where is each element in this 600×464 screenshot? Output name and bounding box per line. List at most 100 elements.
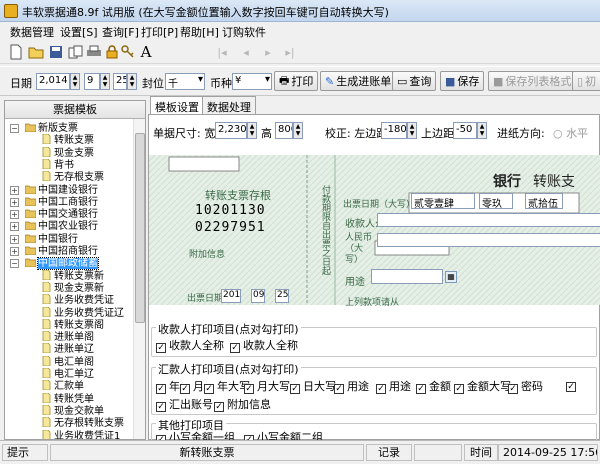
- day-spinner[interactable]: ▲ ▼: [127, 73, 137, 90]
- print-button[interactable]: 🖶 打印: [274, 71, 319, 91]
- extra-info-checkbox[interactable]: ✓ 附加信息: [214, 396, 271, 412]
- save-list-format-button[interactable]: ■ 保存列表格式: [488, 71, 577, 91]
- tree-leaf-item[interactable]: 无存根转账支票: [41, 416, 124, 430]
- first-record-icon[interactable]: |◂: [212, 42, 232, 62]
- height-field[interactable]: 800: [275, 122, 293, 139]
- year-field[interactable]: 2,014: [36, 73, 70, 90]
- drawer-item-checkbox[interactable]: ✓ 用途: [334, 378, 369, 394]
- payee-field[interactable]: [377, 213, 600, 227]
- year-spinner[interactable]: ▲ ▼: [70, 73, 80, 90]
- top-margin-spinner[interactable]: ▲ ▼: [477, 122, 487, 139]
- tree-folder-item[interactable]: 中国银行: [24, 233, 78, 246]
- tree-leaf-item[interactable]: 业务收费凭证1: [41, 429, 120, 439]
- uppercase-day-field[interactable]: 贰拾伍: [525, 193, 563, 209]
- tree-leaf-item[interactable]: 转账支票新: [41, 269, 104, 283]
- menu-help[interactable]: 帮助[H]: [180, 24, 219, 40]
- uppercase-month-field[interactable]: 零玖: [479, 193, 513, 209]
- expand-icon[interactable]: +: [10, 185, 19, 195]
- tree-leaf-item[interactable]: 背书: [41, 158, 74, 172]
- seal-select[interactable]: 千 ▾: [165, 73, 205, 90]
- payee-fullname-checkbox-2[interactable]: ✓ 收款人全称: [230, 337, 298, 353]
- left-margin-field[interactable]: -180: [381, 122, 407, 139]
- expand-icon[interactable]: +: [10, 234, 19, 244]
- amount-uppercase-field[interactable]: [377, 233, 600, 247]
- tree-leaf-item[interactable]: 现金支票新: [41, 281, 104, 295]
- width-spinner[interactable]: ▲ ▼: [247, 122, 257, 139]
- prev-record-icon[interactable]: ◂: [236, 42, 256, 62]
- drawer-item-checkbox[interactable]: ✓: [566, 378, 579, 392]
- tree-leaf-item[interactable]: 无存根支票: [41, 170, 104, 184]
- tree-leaf-item[interactable]: 转账支票: [41, 133, 94, 147]
- printer-icon[interactable]: [84, 42, 104, 62]
- drawer-item-checkbox[interactable]: ✓ 金额大写: [454, 378, 511, 394]
- tree-leaf-item[interactable]: 转账凭单: [41, 392, 94, 406]
- tree-folder-item[interactable]: 中国建设银行: [24, 184, 98, 197]
- expand-icon[interactable]: +: [10, 210, 19, 220]
- save-disk-icon[interactable]: [46, 42, 66, 62]
- height-spinner[interactable]: ▲ ▼: [293, 122, 303, 139]
- collapse-icon[interactable]: −: [10, 259, 19, 269]
- generate-deposit-button[interactable]: ✎ 生成进账单: [320, 71, 397, 91]
- tree-folder-item[interactable]: 中国农业银行: [24, 220, 98, 233]
- tree-leaf-item[interactable]: 业务收费凭证辽: [41, 306, 124, 320]
- drawer-item-checkbox[interactable]: ✓ 月大写: [244, 378, 290, 394]
- tree-leaf-item[interactable]: 现金交款单: [41, 404, 104, 418]
- month-field[interactable]: 9: [84, 73, 100, 90]
- tree-leaf-item[interactable]: 电汇单辽: [41, 367, 94, 381]
- currency-select[interactable]: ¥ ▾: [232, 73, 272, 90]
- tree-folder-item[interactable]: 中国招商银行: [24, 245, 98, 258]
- font-icon[interactable]: A: [136, 42, 156, 62]
- expand-icon[interactable]: +: [10, 222, 19, 232]
- expand-icon[interactable]: +: [10, 247, 19, 256]
- use-picker-icon[interactable]: ▦: [445, 271, 457, 283]
- top-margin-field[interactable]: -50: [453, 122, 477, 139]
- menu-query[interactable]: 查询[F]: [102, 24, 139, 40]
- tree-folder-item[interactable]: 中国工商银行: [24, 196, 98, 209]
- payee-fullname-checkbox[interactable]: ✓ 收款人全称: [156, 337, 224, 353]
- drawer-item-checkbox[interactable]: ✓ 月: [180, 378, 204, 394]
- menu-data[interactable]: 数据管理: [10, 24, 54, 40]
- width-field[interactable]: 2,230: [215, 122, 247, 139]
- last-record-icon[interactable]: ▸|: [280, 42, 300, 62]
- remit-account-checkbox[interactable]: ✓ 汇出账号: [156, 396, 213, 412]
- horizontal-radio[interactable]: ○ 水平: [553, 125, 588, 141]
- drawer-item-checkbox[interactable]: ✓ 用途: [376, 378, 411, 394]
- tree-leaf-item[interactable]: 现金支票: [41, 146, 94, 160]
- next-record-icon[interactable]: ▸: [258, 42, 278, 62]
- tree-leaf-item[interactable]: 转账支票阁: [41, 318, 104, 332]
- tree-scrollbar[interactable]: [133, 119, 145, 439]
- drawer-item-checkbox[interactable]: ✓ 年: [156, 378, 180, 394]
- month-spinner[interactable]: ▲ ▼: [100, 73, 110, 90]
- tree-folder-item[interactable]: 中国交通银行: [24, 208, 98, 221]
- tree-leaf-item[interactable]: 进账单辽: [41, 342, 94, 356]
- save-button[interactable]: ■ 保存: [440, 71, 485, 91]
- drawer-item-checkbox[interactable]: ✓ 密码: [508, 378, 543, 394]
- stub-day-field[interactable]: 25: [275, 289, 289, 303]
- use-field[interactable]: [371, 269, 443, 284]
- drawer-item-checkbox[interactable]: ✓ 日大写: [290, 378, 336, 394]
- init-button[interactable]: ▯ 初: [572, 71, 600, 91]
- stub-year-field[interactable]: 2014: [221, 289, 241, 303]
- new-file-icon[interactable]: [6, 42, 26, 62]
- day-field[interactable]: 25: [113, 73, 127, 90]
- drawer-item-checkbox[interactable]: ✓ 金额: [416, 378, 451, 394]
- tab-template-settings[interactable]: 模板设置: [150, 96, 204, 115]
- stub-month-field[interactable]: 09: [251, 289, 265, 303]
- menu-print[interactable]: 打印[P]: [141, 24, 178, 40]
- menu-settings[interactable]: 设置[S]: [60, 24, 98, 40]
- left-margin-spinner[interactable]: ▲ ▼: [407, 122, 417, 139]
- uppercase-year-field[interactable]: 贰零壹肆: [411, 193, 475, 209]
- tree-folder-item[interactable]: 新版支票: [24, 122, 78, 135]
- tree-leaf-item[interactable]: 进账单阁: [41, 330, 94, 344]
- tree-leaf-item[interactable]: 电汇单阁: [41, 355, 94, 369]
- tree-leaf-item[interactable]: 业务收费凭证: [41, 293, 114, 307]
- open-folder-icon[interactable]: [26, 42, 46, 62]
- copy-icon[interactable]: [66, 42, 86, 62]
- expand-icon[interactable]: +: [10, 197, 19, 207]
- query-button[interactable]: ▭ 查询: [392, 71, 437, 91]
- collapse-icon[interactable]: −: [10, 124, 19, 133]
- scrollbar-thumb[interactable]: [135, 133, 145, 323]
- menu-buy[interactable]: 订购软件: [222, 24, 266, 40]
- tree-leaf-item[interactable]: 汇款单: [41, 379, 84, 393]
- tab-data-processing[interactable]: 数据处理: [202, 96, 256, 114]
